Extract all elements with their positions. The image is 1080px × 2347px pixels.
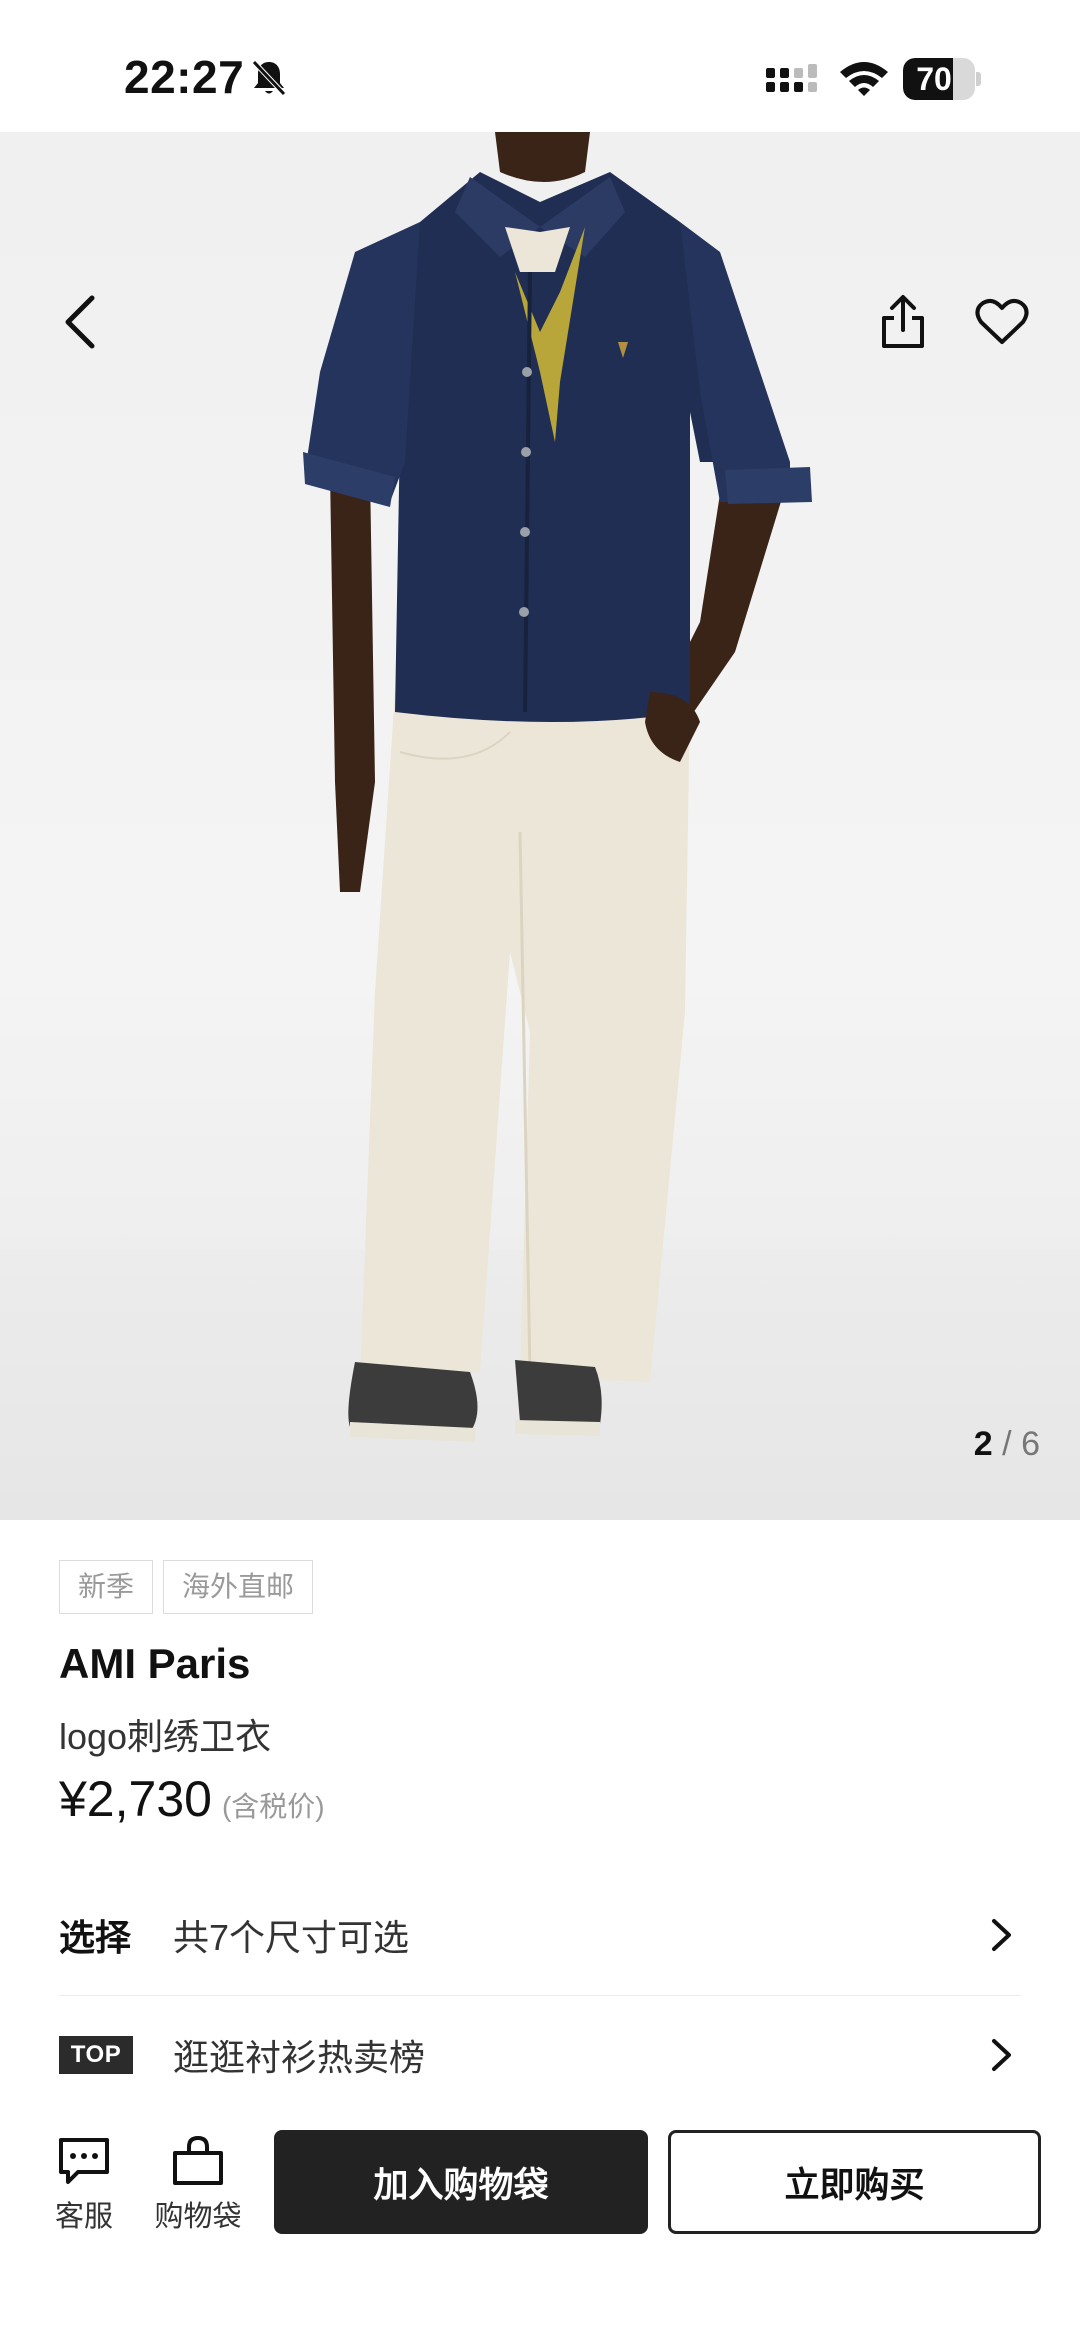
top-badge: TOP: [59, 2036, 133, 2074]
size-select-label: 选择: [59, 1917, 132, 1958]
shopping-bag-label: 购物袋: [154, 2201, 242, 2233]
status-bar: 22:27 70: [0, 0, 1080, 132]
back-arrow-icon: [65, 295, 95, 349]
bottom-action-bar: 客服 购物袋 加入购物袋 立即购买: [0, 2120, 1080, 2250]
share-icon: [882, 295, 924, 348]
customer-service-button[interactable]: 客服: [34, 2135, 134, 2235]
gallery-total-pages: 6: [1021, 1425, 1040, 1463]
divider: [59, 1995, 1021, 1996]
tag-new-season: 新季: [59, 1560, 154, 1614]
product-name: logo刺绣卫衣: [59, 1716, 272, 1757]
customer-service-label: 客服: [54, 2201, 113, 2233]
tag-overseas-direct: 海外直邮: [163, 1560, 314, 1614]
add-to-bag-button[interactable]: 加入购物袋: [274, 2130, 648, 2234]
product-image-gallery[interactable]: [0, 132, 1080, 1520]
gallery-current-page: 2: [973, 1425, 993, 1463]
top-ranking-text: 逛逛衬衫热卖榜: [173, 2037, 426, 2078]
chat-icon: [59, 2138, 109, 2184]
product-brand[interactable]: AMI Paris: [59, 1640, 250, 1688]
gallery-separator: /: [1002, 1425, 1012, 1463]
gallery-page-indicator: 2 / 6: [974, 1425, 1040, 1464]
chevron-right-icon: [992, 1919, 1011, 1951]
tax-note: (含税价): [221, 1791, 325, 1822]
shopping-bag-icon: [173, 2135, 223, 2185]
shopping-bag-button[interactable]: 购物袋: [148, 2135, 248, 2235]
size-select-row[interactable]: 选择 共7个尺寸可选: [59, 1885, 1021, 1985]
battery-icon: 70: [903, 58, 981, 100]
back-button[interactable]: [40, 282, 120, 362]
price-row: ¥2,730 (含税价): [59, 1770, 325, 1828]
status-time: 22:27: [124, 51, 245, 103]
battery-percent: 70: [916, 61, 952, 97]
product-price: ¥2,730: [59, 1771, 212, 1827]
product-tags: 新季 海外直邮: [59, 1560, 314, 1614]
buy-now-button[interactable]: 立即购买: [668, 2130, 1041, 2234]
bell-muted-icon: [252, 60, 286, 96]
wifi-icon: [840, 62, 888, 96]
size-count-text: 共7个尺寸可选: [173, 1917, 410, 1958]
favorite-button[interactable]: [962, 282, 1042, 362]
chevron-right-icon: [992, 2039, 1011, 2071]
share-button[interactable]: [863, 282, 943, 362]
signal-icon: [766, 64, 817, 92]
top-ranking-row[interactable]: TOP 逛逛衬衫热卖榜: [59, 2005, 1021, 2105]
heart-icon: [975, 298, 1029, 344]
